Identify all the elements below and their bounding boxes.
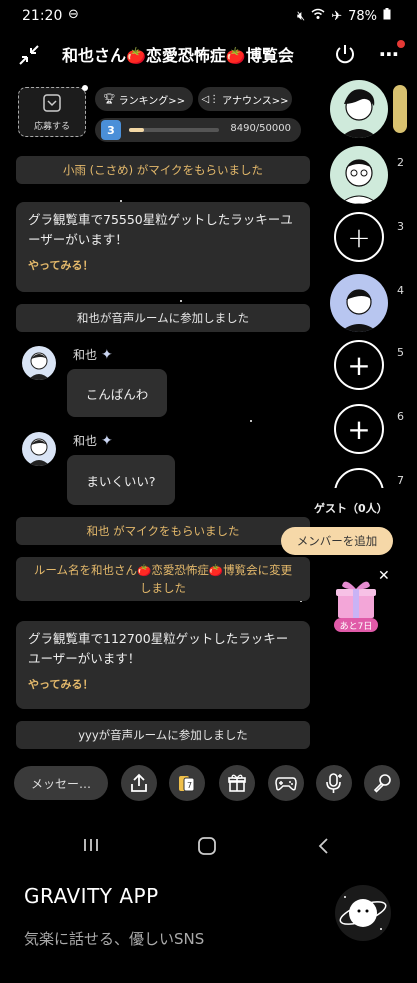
lucky-text-2: グラ観覧車で112700星粒ゲットしたラッキーユーザーがいます！ — [28, 631, 289, 666]
share-icon[interactable] — [121, 765, 157, 801]
mic-plus-icon[interactable] — [316, 765, 352, 801]
sparkle-icon: ✦ — [101, 432, 113, 449]
ranking-label: ランキング>> — [118, 95, 186, 107]
room-title[interactable]: 和也さん🍅恋愛恐怖症🍅博覧会 — [62, 42, 294, 66]
join-text-1: 和也が音声ルームに参加しました — [76, 311, 250, 325]
lucky-card-1: グラ観覧車で75550星粒ゲットしたラッキーユーザーがいます！ やってみる！ — [16, 202, 310, 292]
gift-days-label: あと7日 — [334, 618, 378, 632]
system-message: 小雨 (こさめ) がマイクをもらいました — [16, 156, 310, 184]
level-value: 8490/50000 — [230, 123, 291, 134]
plus-icon: + — [347, 412, 371, 446]
chat-bubble-1: こんばんわ — [67, 369, 167, 417]
ranking-button[interactable]: 🏆︎ ランキング>> — [95, 87, 193, 111]
add-member-button[interactable]: メンバーを追加 — [281, 527, 393, 555]
rename-message: ルーム名を和也さん🍅恋愛恐怖症🍅博覧会に変更しました — [16, 557, 310, 601]
status-bar: 21:20 ⊖ 🔇︎ ✈ 78% — [0, 0, 417, 34]
seat-2-avatar[interactable] — [330, 146, 388, 204]
chat-name-1: 和也 ✦ — [73, 346, 113, 363]
apply-box-icon — [43, 94, 61, 112]
level-badge-icon: 3 — [101, 120, 121, 140]
gift-promo[interactable]: あと7日 — [330, 576, 382, 632]
wifi-icon — [311, 8, 325, 24]
seat-4-number: 4 — [397, 284, 404, 297]
avatar[interactable] — [22, 432, 56, 466]
app-logo — [335, 885, 391, 941]
message-input[interactable]: メッセー… — [14, 766, 108, 800]
level-progress-fill — [129, 128, 145, 132]
minus-circle-icon: ⊖ — [68, 7, 79, 22]
seat-6-number: 6 — [397, 410, 404, 423]
seat-4-avatar[interactable] — [330, 274, 388, 332]
mic-message-1: 小雨 (こさめ) がマイクをもらいました — [62, 163, 264, 177]
join-message-2: yyyが音声ルームに参加しました — [16, 721, 310, 749]
karaoke-mic-icon[interactable] — [364, 765, 400, 801]
gift-box-icon — [336, 581, 376, 618]
svg-text:7: 7 — [187, 781, 192, 790]
announce-button[interactable]: ◁⋮ アナウンス>> — [198, 87, 292, 111]
level-bar[interactable]: 3 8490/50000 — [95, 118, 301, 142]
power-icon[interactable] — [330, 39, 360, 69]
seat-2-number: 2 — [397, 156, 404, 169]
minimize-icon[interactable] — [14, 40, 44, 70]
level-progress-track — [129, 128, 219, 132]
sparkle-icon: ✦ — [101, 346, 113, 363]
seat-7-number: 7 — [397, 474, 404, 487]
gift-icon[interactable] — [219, 765, 255, 801]
lucky-card-2: グラ観覧車で112700星粒ゲットしたラッキーユーザーがいます！ やってみる！ — [16, 621, 310, 709]
status-time: 21:20 — [22, 8, 63, 24]
guest-count: ゲスト（0人） — [314, 502, 388, 515]
gamepad-icon[interactable] — [268, 765, 304, 801]
mic-message-2: 和也 がマイクをもらいました — [16, 517, 310, 545]
home-icon[interactable] — [197, 836, 217, 860]
join-message-1: 和也が音声ルームに参加しました — [16, 304, 310, 332]
apply-label: 応募する — [33, 122, 70, 132]
seat-6-empty[interactable]: + — [334, 404, 384, 454]
app-tagline: 気楽に話せる、優しいSNS — [24, 930, 205, 948]
megaphone-icon: ◁⋮ — [201, 93, 220, 105]
airplane-icon: ✈ — [331, 8, 343, 24]
plus-icon: + — [347, 348, 371, 382]
seat-3-number: 3 — [397, 220, 404, 233]
app-name: GRAVITY APP — [24, 884, 159, 908]
top-bar: 和也さん🍅恋愛恐怖症🍅博覧会 ⋯ — [0, 34, 417, 76]
seat-5-number: 5 — [397, 346, 404, 359]
mute-icon: 🔇︎ — [296, 8, 306, 24]
battery-icon — [383, 8, 391, 24]
trophy-icon: 🏆︎ — [102, 93, 116, 105]
game-card-icon[interactable]: 7 — [169, 765, 205, 801]
avatar[interactable] — [22, 346, 56, 380]
seat-5-empty[interactable]: + — [334, 340, 384, 390]
chat-bubble-2: まいくいい? — [67, 455, 175, 505]
seat-7-empty[interactable] — [334, 468, 384, 488]
apply-dot — [82, 85, 88, 91]
seat-3-empty[interactable]: + — [334, 212, 384, 262]
seat-host-avatar[interactable] — [330, 80, 388, 138]
plus-icon: + — [347, 220, 371, 254]
chat-name-2: 和也 ✦ — [73, 432, 113, 449]
notification-dot — [397, 40, 405, 48]
back-icon[interactable] — [316, 836, 332, 860]
lucky-text-1: グラ観覧車で75550星粒ゲットしたラッキーユーザーがいます！ — [28, 212, 293, 247]
apply-button[interactable]: 応募する — [18, 85, 88, 137]
try-link-2[interactable]: やってみる！ — [28, 675, 298, 695]
battery-percent: 78% — [348, 8, 377, 24]
host-level-badge — [393, 85, 407, 133]
recent-apps-icon[interactable] — [82, 836, 100, 858]
announce-label: アナウンス>> — [222, 95, 289, 107]
try-link-1[interactable]: やってみる！ — [28, 256, 298, 276]
